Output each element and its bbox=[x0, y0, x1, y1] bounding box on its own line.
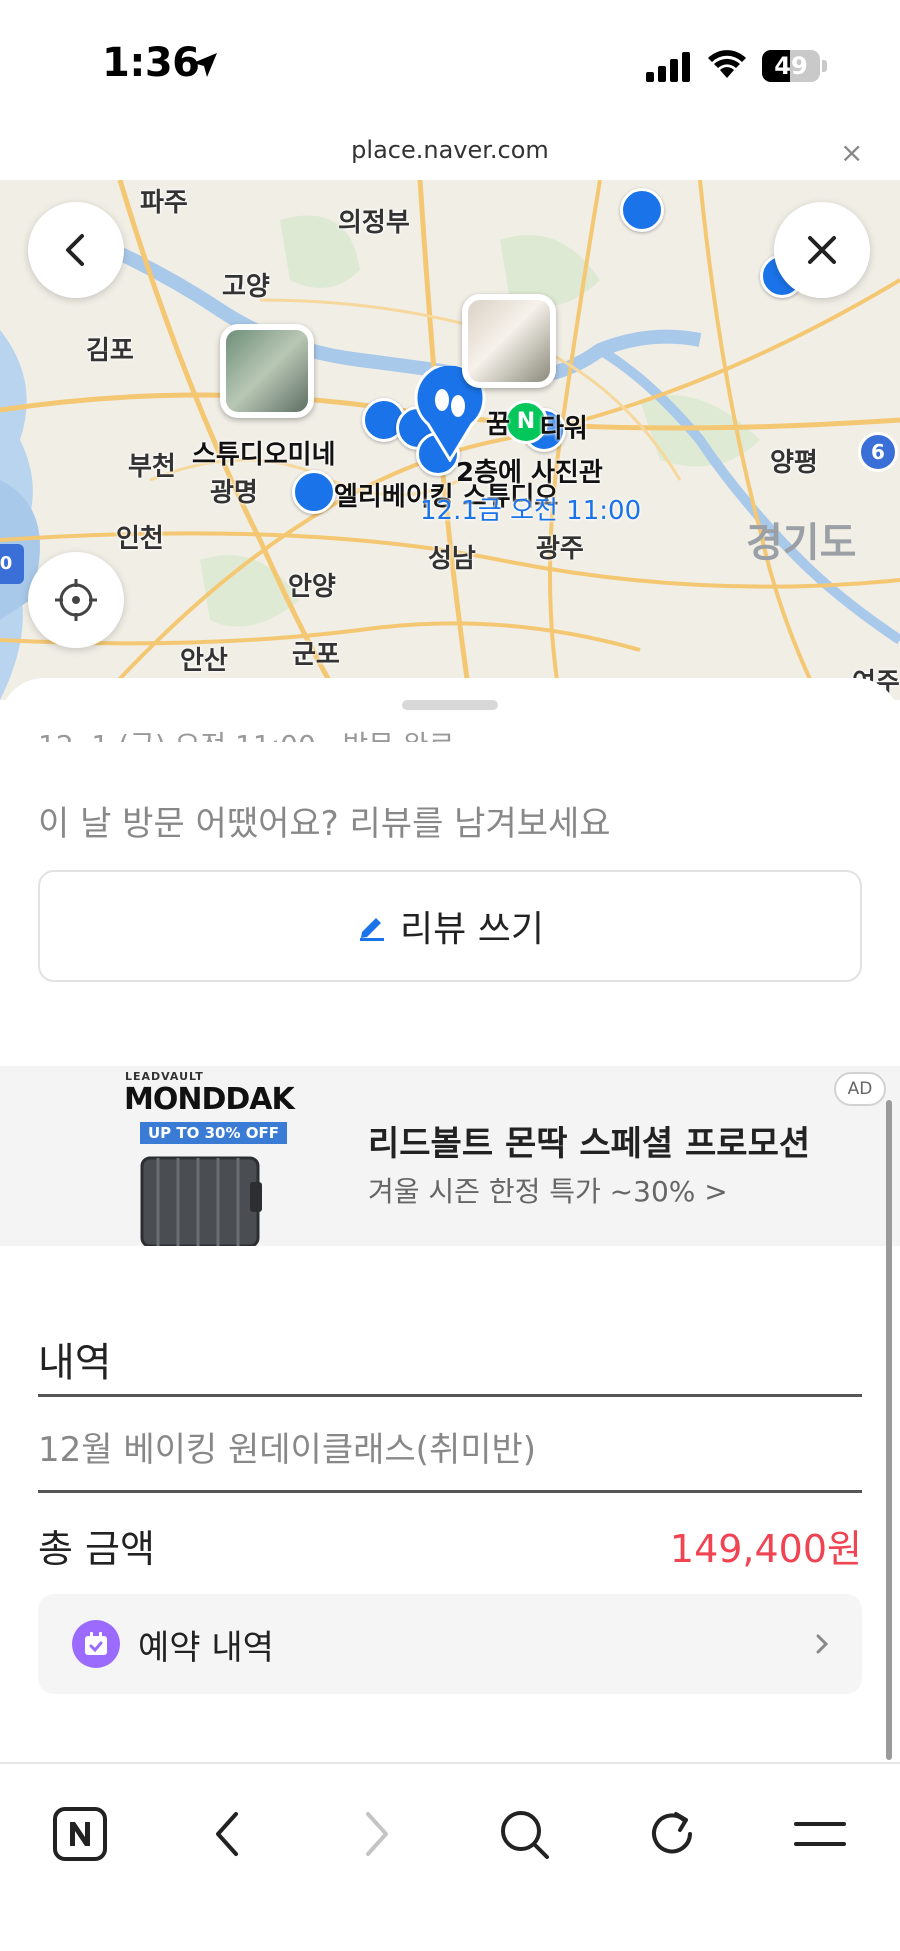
poi-label-studio-mine[interactable]: 스튜디오미네 bbox=[192, 434, 336, 471]
sheet-drag-handle[interactable] bbox=[402, 700, 498, 710]
map-label-yangpyeong: 양평 bbox=[770, 448, 818, 478]
reservation-history-label: 예약 내역 bbox=[138, 1628, 274, 1668]
battery-level: 49 bbox=[774, 52, 808, 80]
status-bar: 1:36 49 bbox=[0, 0, 900, 130]
battery-icon: 49 bbox=[762, 50, 820, 82]
map-label-gimpo: 김포 bbox=[86, 336, 134, 366]
battery-cap bbox=[822, 60, 827, 72]
location-arrow-icon bbox=[193, 53, 217, 77]
search-icon bbox=[501, 1811, 549, 1859]
divider bbox=[38, 1394, 862, 1397]
photo-pin-studio-mine[interactable] bbox=[220, 324, 314, 418]
map-label-gyeonggido: 경기도 bbox=[746, 520, 857, 566]
map-label-goyang: 고양 bbox=[222, 272, 270, 302]
back-icon bbox=[66, 234, 84, 266]
forward-button[interactable] bbox=[336, 1794, 416, 1874]
my-location-button[interactable] bbox=[28, 552, 124, 648]
map-label-paju: 파주 bbox=[140, 188, 188, 218]
map-label-bucheon: 부천 bbox=[128, 452, 176, 482]
order-item: 12월 베이킹 원데이클래스(취미반) bbox=[38, 1430, 537, 1470]
menu-icon bbox=[794, 1822, 846, 1846]
url-bar: place.naver.com × bbox=[0, 130, 900, 180]
url-close-icon[interactable]: × bbox=[840, 136, 863, 169]
forward-icon bbox=[366, 1812, 388, 1856]
pencil-icon bbox=[360, 918, 385, 941]
map-label-gwangju: 광주 bbox=[536, 534, 584, 564]
search-button[interactable] bbox=[484, 1794, 564, 1874]
crosshair-icon bbox=[55, 579, 97, 621]
map-pin[interactable] bbox=[292, 470, 336, 514]
map-label-seongnam: 성남 bbox=[428, 544, 476, 574]
calendar-check-icon bbox=[72, 1620, 120, 1668]
back-button[interactable] bbox=[188, 1794, 268, 1874]
flower-photo-thumbnail bbox=[468, 300, 550, 382]
naver-n-icon bbox=[53, 1807, 107, 1861]
menu-button[interactable] bbox=[780, 1794, 860, 1874]
ad-badge[interactable]: AD bbox=[834, 1072, 886, 1106]
map-label-anyang: 안양 bbox=[288, 572, 336, 602]
ad-banner[interactable]: LEADVAULT MONDDAK UP TO 30% OFF 리드볼트 몬딱 … bbox=[0, 1066, 900, 1246]
map-label-gunpo: 군포 bbox=[292, 640, 340, 670]
chevron-right-icon bbox=[816, 1634, 829, 1654]
write-review-button[interactable]: 리뷰 쓰기 bbox=[38, 870, 862, 982]
route-badge-i: 0 bbox=[0, 544, 24, 584]
total-value: 149,400원 bbox=[669, 1527, 862, 1571]
reservation-history-row[interactable]: 예약 내역 bbox=[38, 1594, 862, 1694]
total-label: 총 금액 bbox=[38, 1527, 155, 1571]
map-close-button[interactable] bbox=[774, 202, 870, 298]
map-label-ansan: 안산 bbox=[180, 646, 228, 676]
close-icon bbox=[808, 236, 836, 264]
suitcase-image bbox=[140, 1156, 262, 1246]
refresh-icon bbox=[652, 1812, 692, 1854]
review-prompt: 이 날 방문 어땠어요? 리뷰를 남겨보세요 bbox=[38, 804, 611, 844]
map-pin[interactable] bbox=[620, 188, 664, 232]
divider bbox=[38, 1490, 862, 1493]
ad-subtitle[interactable]: 겨울 시즌 한정 특가 ~30% > bbox=[368, 1170, 728, 1210]
scrollbar[interactable] bbox=[886, 1100, 892, 1760]
poi-label-tower[interactable]: 타워 bbox=[540, 408, 588, 445]
map-label-gwangmyeong: 광명 bbox=[210, 478, 258, 508]
route-badge-6: 6 bbox=[858, 432, 898, 472]
poi-label-flower[interactable]: 꿈 bbox=[486, 404, 510, 441]
status-time: 1:36 bbox=[102, 40, 200, 86]
back-icon bbox=[216, 1812, 238, 1856]
reservation-time-label: 12.1금 오전 11:00 bbox=[420, 496, 642, 526]
details-title: 내역 bbox=[38, 1340, 112, 1386]
map[interactable]: 파주 의정부 고양 김포 부천 광명 인천 안양 안산 군포 성남 광주 양평 … bbox=[0, 180, 900, 700]
url-text[interactable]: place.naver.com bbox=[0, 136, 900, 164]
write-review-label: 리뷰 쓰기 bbox=[400, 909, 544, 950]
ad-discount: UP TO 30% OFF bbox=[140, 1122, 287, 1144]
photo-pin-flower[interactable] bbox=[462, 294, 556, 388]
ad-title[interactable]: 리드볼트 몬딱 스페셜 프로모션 bbox=[368, 1116, 810, 1165]
ad-brand: MONDDAK bbox=[124, 1082, 295, 1117]
visit-info-text: 12. 1 (금) 오전 11:00 · 방문 완료 bbox=[38, 724, 454, 742]
naver-home-button[interactable] bbox=[40, 1794, 120, 1874]
bottom-sheet[interactable]: 12. 1 (금) 오전 11:00 · 방문 완료 이 날 방문 어땠어요? … bbox=[0, 678, 900, 1762]
map-back-button[interactable] bbox=[28, 202, 124, 298]
cellular-signal-icon bbox=[646, 52, 690, 82]
refresh-button[interactable] bbox=[632, 1794, 712, 1874]
studio-photo-thumbnail bbox=[226, 330, 308, 412]
wifi-icon bbox=[708, 50, 746, 78]
map-label-uijeongbu: 의정부 bbox=[338, 208, 410, 238]
map-label-incheon: 인천 bbox=[116, 524, 164, 554]
browser-toolbar bbox=[0, 1762, 900, 1951]
